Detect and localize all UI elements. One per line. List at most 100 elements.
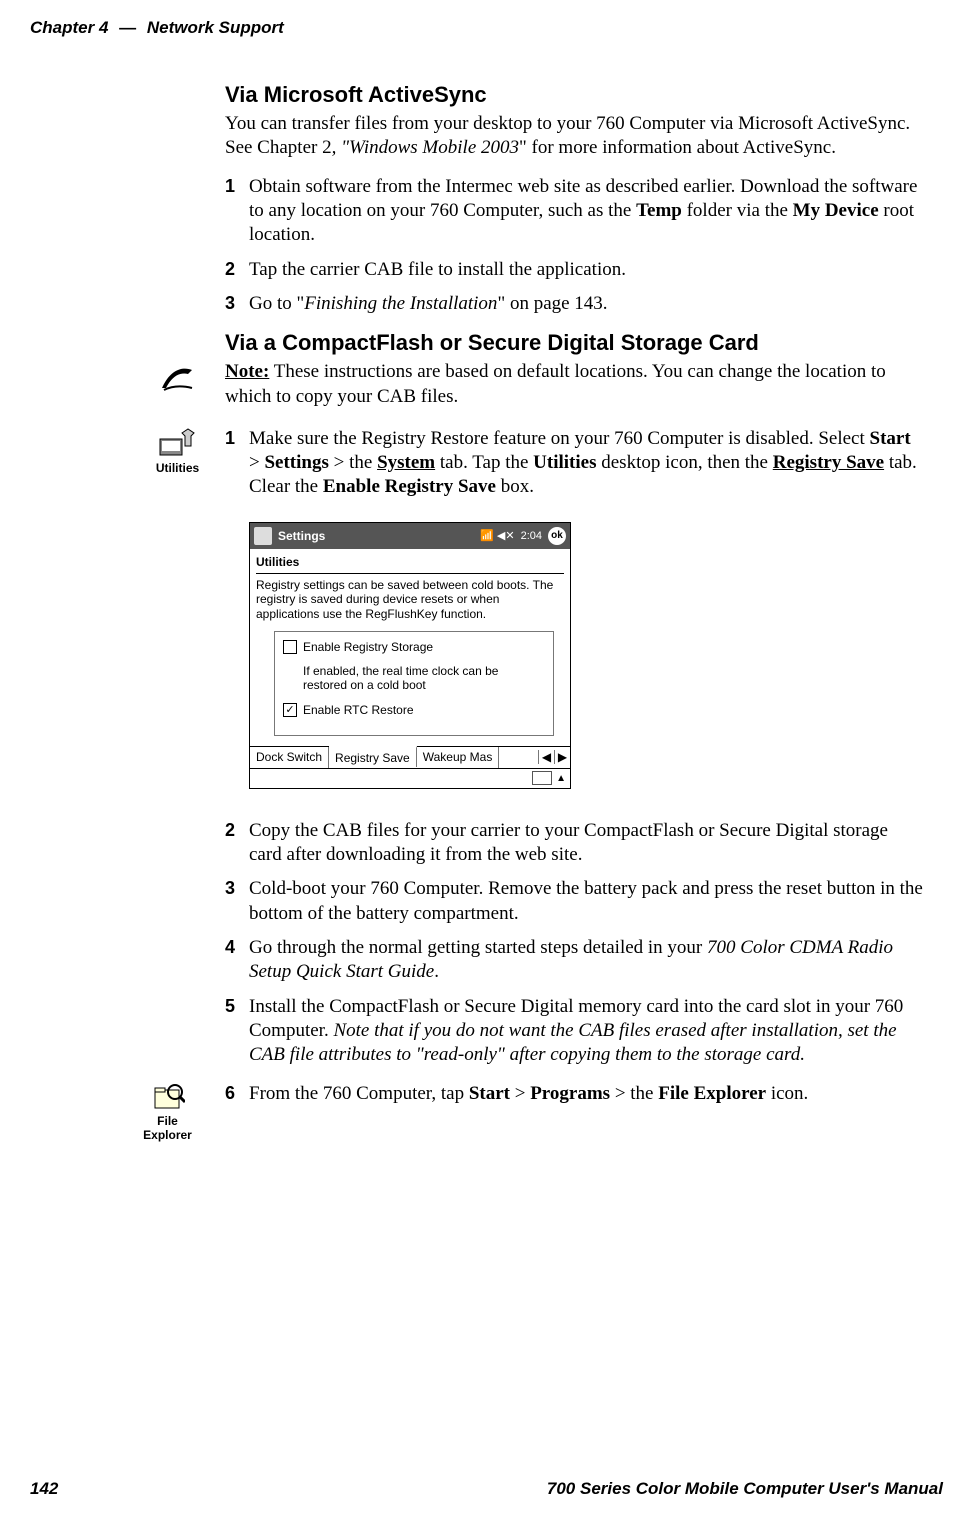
checkbox-checked-icon[interactable] — [283, 703, 297, 717]
list-item: 2 Copy the CAB files for your carrier to… — [225, 819, 925, 868]
checkbox-label: Enable RTC Restore — [303, 703, 414, 717]
note-icon — [150, 360, 205, 394]
page-header: Chapter 4 — Network Support — [30, 18, 943, 38]
text: > the — [329, 452, 377, 473]
pda-screenshot: Settings 📶 ◀✕ 2:04 ok Utilities Registry… — [249, 522, 925, 789]
para-activesync-intro: You can transfer files from your desktop… — [225, 112, 925, 161]
pda-tabbar: Dock Switch Registry Save Wakeup Mas ◀ ▶ — [250, 746, 570, 768]
text: Go to " — [249, 293, 304, 314]
clock-text: 2:04 — [521, 530, 542, 542]
note-text: Note: These instructions are based on de… — [225, 360, 925, 409]
pda-app-title: Utilities — [256, 553, 564, 574]
checkbox-unchecked-icon[interactable] — [283, 640, 297, 654]
list-item: 4 Go through the normal getting started … — [225, 936, 925, 985]
pda-bottom-bar: ▲ — [250, 768, 570, 788]
text-bold: My Device — [793, 200, 879, 221]
list-item: 1 Obtain software from the Intermec web … — [225, 175, 925, 248]
step-number: 5 — [225, 995, 235, 1018]
heading-storagecard: Via a CompactFlash or Secure Digital Sto… — [225, 330, 925, 356]
text: icon. — [766, 1083, 808, 1104]
list-storage-steps-3: 6 From the 760 Computer, tap Start > Pro… — [225, 1082, 925, 1106]
text: " on page 143. — [497, 293, 607, 314]
text: Make sure the Registry Restore feature o… — [249, 428, 870, 449]
list-item: 6 From the 760 Computer, tap Start > Pro… — [225, 1082, 925, 1106]
text: > — [249, 452, 264, 473]
chapter-label: Chapter 4 — [30, 18, 108, 37]
tab-right-arrow[interactable]: ▶ — [554, 750, 570, 764]
tab-wakeup[interactable]: Wakeup Mas — [417, 747, 500, 768]
tab-scroll-arrows: ◀ ▶ — [538, 750, 570, 764]
page-content: Via Microsoft ActiveSync You can transfe… — [225, 82, 925, 1124]
list-item: 5 Install the CompactFlash or Secure Dig… — [225, 995, 925, 1068]
text: Go through the normal getting started st… — [249, 937, 707, 958]
list-storage-steps-1: 1 Make sure the Registry Restore feature… — [225, 427, 925, 500]
text: > — [510, 1083, 530, 1104]
ok-button[interactable]: ok — [548, 527, 566, 545]
pda-body: Utilities Registry settings can be saved… — [250, 549, 570, 736]
text: " for more information about ActiveSync. — [519, 137, 836, 158]
titlebar-text: Settings — [278, 529, 474, 543]
utilities-caption: Utilities — [150, 461, 205, 475]
text: These instructions are based on default … — [225, 361, 886, 406]
step-with-icon: Utilities 1 Make sure the Registry Resto… — [225, 427, 925, 500]
checkbox-row-rtc[interactable]: Enable RTC Restore — [283, 703, 545, 717]
pda-window: Settings 📶 ◀✕ 2:04 ok Utilities Registry… — [249, 522, 571, 789]
text: . — [434, 961, 439, 982]
tab-left-arrow[interactable]: ◀ — [538, 750, 554, 764]
text-bold-u: System — [377, 452, 435, 473]
text: From the 760 Computer, tap — [249, 1083, 469, 1104]
list-item: 3 Cold-boot your 760 Computer. Remove th… — [225, 877, 925, 926]
header-dash: — — [119, 18, 136, 37]
page-footer: 142 700 Series Color Mobile Computer Use… — [30, 1479, 943, 1499]
signal-icon: 📶 ◀✕ — [480, 529, 514, 542]
text-bold: Settings — [264, 452, 328, 473]
tab-registry-save[interactable]: Registry Save — [329, 746, 417, 767]
text: tab. Tap the — [435, 452, 533, 473]
list-item: 3 Go to "Finishing the Installation" on … — [225, 292, 925, 316]
section-title: Network Support — [147, 18, 284, 37]
text-bold: Enable Registry Save — [323, 476, 496, 497]
keyboard-icon[interactable] — [532, 771, 552, 785]
step-number: 3 — [225, 877, 235, 900]
page-number: 142 — [30, 1479, 58, 1499]
manual-title: 700 Series Color Mobile Computer User's … — [547, 1479, 943, 1499]
step-number: 1 — [225, 175, 235, 198]
step-number: 4 — [225, 936, 235, 959]
note-block: Note: These instructions are based on de… — [225, 360, 925, 409]
pda-description: Registry settings can be saved between c… — [256, 578, 564, 621]
pda-subtext: If enabled, the real time clock can be r… — [303, 664, 545, 693]
text-italic: , "Windows Mobile 2003 — [332, 137, 519, 158]
text-bold-u: Registry Save — [773, 452, 884, 473]
pda-titlebar: Settings 📶 ◀✕ 2:04 ok — [250, 523, 570, 549]
text: Cold-boot your 760 Computer. Remove the … — [249, 878, 923, 923]
list-item: 2 Tap the carrier CAB file to install th… — [225, 258, 925, 282]
text: folder via the — [682, 200, 793, 221]
checkbox-label: Enable Registry Storage — [303, 640, 433, 654]
step-number: 6 — [225, 1082, 235, 1105]
text-bold: Start — [870, 428, 911, 449]
text-bold: Temp — [636, 200, 682, 221]
step-with-icon-fe: File Explorer 6 From the 760 Computer, t… — [225, 1082, 925, 1106]
text: > the — [610, 1083, 658, 1104]
list-activesync-steps: 1 Obtain software from the Intermec web … — [225, 175, 925, 317]
text: desktop icon, then the — [597, 452, 773, 473]
checkbox-row-registry[interactable]: Enable Registry Storage — [283, 640, 545, 654]
file-explorer-caption: File Explorer — [140, 1114, 195, 1142]
text-bold: File Explorer — [658, 1083, 766, 1104]
start-flag-icon[interactable] — [254, 527, 272, 545]
step-number: 1 — [225, 427, 235, 450]
tab-dock-switch[interactable]: Dock Switch — [250, 747, 329, 768]
text-italic: Note that if you do not want the CAB fil… — [249, 1020, 897, 1065]
up-arrow-icon[interactable]: ▲ — [556, 773, 566, 784]
text: Tap the carrier CAB file to install the … — [249, 259, 626, 280]
file-explorer-icon: File Explorer — [140, 1082, 195, 1142]
text: Copy the CAB files for your carrier to y… — [249, 820, 888, 865]
list-item: 1 Make sure the Registry Restore feature… — [225, 427, 925, 500]
text: box. — [496, 476, 534, 497]
step-number: 2 — [225, 258, 235, 281]
text-bold: Programs — [530, 1083, 610, 1104]
text-bold: Start — [469, 1083, 510, 1104]
step-number: 2 — [225, 819, 235, 842]
step-number: 3 — [225, 292, 235, 315]
text-italic: Finishing the Installation — [304, 293, 497, 314]
